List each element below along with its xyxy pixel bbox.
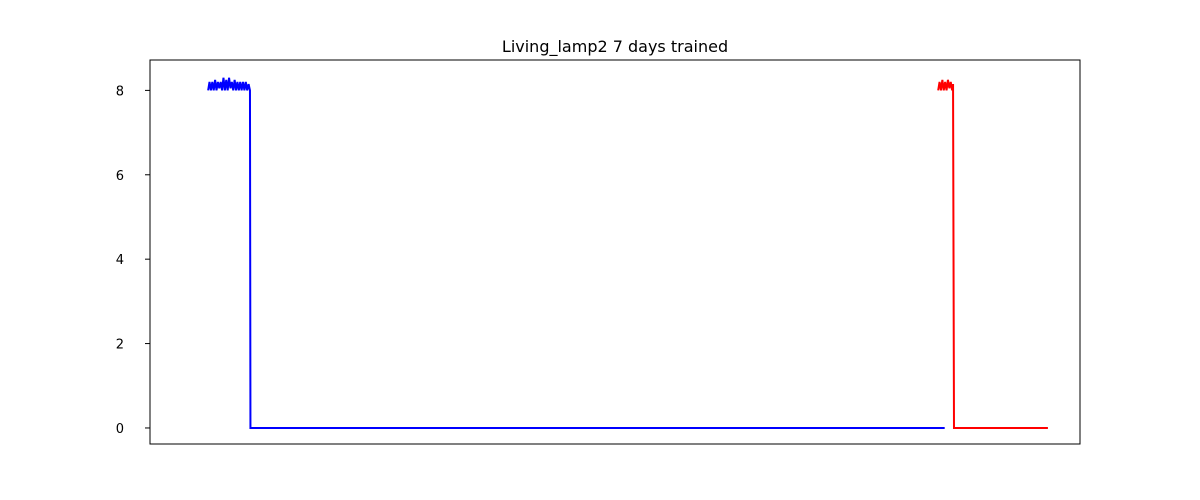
y-tick-label: 0: [116, 422, 124, 437]
series-layer: [207, 77, 1048, 429]
series-line-2: [937, 79, 1048, 429]
y-axis: 0 2 4 6 8: [116, 84, 150, 437]
y-tick-label: 8: [116, 84, 124, 99]
y-tick-label: 6: [116, 169, 124, 184]
chart-title: Living_lamp2 7 days trained: [502, 37, 728, 57]
y-tick-label: 2: [116, 338, 124, 353]
series-line-1: [207, 77, 945, 429]
plot-frame: [149, 59, 1081, 445]
y-tick-label: 4: [116, 253, 124, 268]
chart: Living_lamp2 7 days trained 0 2 4 6 8: [116, 37, 1081, 445]
